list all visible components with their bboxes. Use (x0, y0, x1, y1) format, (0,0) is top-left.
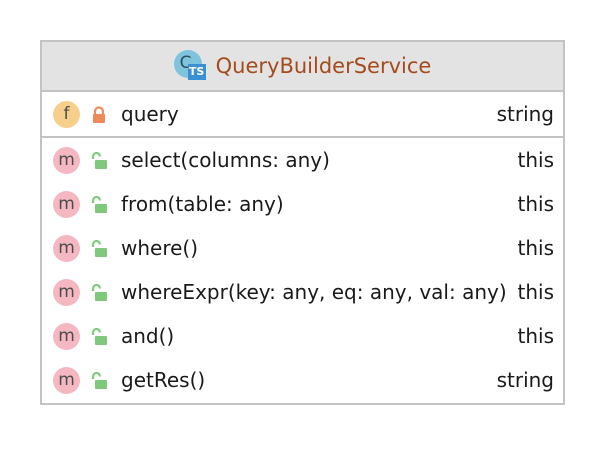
method-name: select(columns: any) (121, 148, 330, 172)
private-lock-icon (93, 106, 105, 123)
method-icon: m (53, 191, 80, 218)
public-lock-icon (91, 196, 107, 213)
public-lock-icon (91, 284, 107, 301)
public-lock-icon (91, 372, 107, 389)
methods-section: m select(columns: any) this m from(table… (42, 138, 563, 402)
class-header: C TS QueryBuilderService (42, 42, 563, 92)
method-row-getres[interactable]: m getRes() string (42, 358, 563, 402)
method-name: from(table: any) (121, 192, 284, 216)
method-icon: m (53, 279, 80, 306)
method-name: whereExpr(key: any, eq: any, val: any) (121, 280, 507, 304)
method-icon: m (53, 235, 80, 262)
ts-badge-icon: TS (187, 64, 206, 80)
method-return-type: this (517, 192, 555, 216)
public-lock-icon (91, 328, 107, 345)
method-name: getRes() (121, 368, 206, 392)
class-box[interactable]: C TS QueryBuilderService f query string … (40, 40, 565, 405)
field-type: string (496, 102, 554, 126)
field-name: query (121, 102, 179, 126)
method-return-type: this (517, 324, 555, 348)
method-return-type: this (517, 280, 555, 304)
method-name: where() (121, 236, 199, 260)
method-row-where[interactable]: m where() this (42, 226, 563, 270)
method-icon: m (53, 323, 80, 350)
fields-section: f query string (42, 92, 563, 138)
field-icon: f (53, 101, 80, 128)
public-lock-icon (91, 240, 107, 257)
method-icon: m (53, 367, 80, 394)
uml-diagram-canvas: C TS QueryBuilderService f query string … (0, 0, 614, 456)
method-row-and[interactable]: m and() this (42, 314, 563, 358)
public-lock-icon (91, 152, 107, 169)
method-return-type: string (496, 368, 554, 392)
typescript-class-icon: C TS (173, 50, 206, 82)
method-name: and() (121, 324, 175, 348)
method-return-type: this (517, 148, 555, 172)
field-row[interactable]: f query string (42, 92, 563, 136)
method-row-from[interactable]: m from(table: any) this (42, 182, 563, 226)
method-row-whereexpr[interactable]: m whereExpr(key: any, eq: any, val: any)… (42, 270, 563, 314)
method-icon: m (53, 147, 80, 174)
method-return-type: this (517, 236, 555, 260)
method-row-select[interactable]: m select(columns: any) this (42, 138, 563, 182)
class-name: QueryBuilderService (215, 54, 432, 78)
